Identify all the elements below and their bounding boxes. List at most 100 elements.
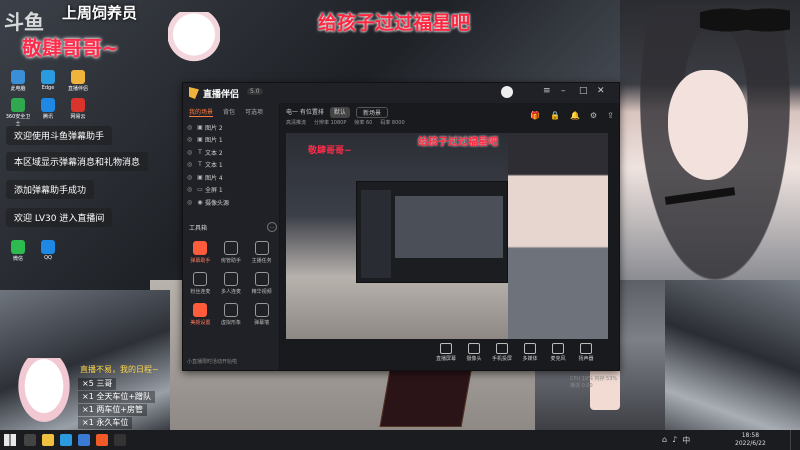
browser-icon[interactable] <box>60 434 72 446</box>
windows-start-icon[interactable] <box>4 434 16 446</box>
tool-icon <box>254 241 269 255</box>
gift-icon[interactable]: 🎁 <box>530 111 540 120</box>
source-row[interactable]: ◎ ▣ 图片 1 <box>183 134 279 147</box>
tab-my-scene[interactable]: 我的场景 <box>189 107 214 117</box>
source-type-icon <box>524 343 536 354</box>
screen-icon: ▭ <box>197 186 203 194</box>
source-type-label: 多媒体 <box>522 356 538 362</box>
main-tab[interactable]: 默认 <box>329 107 350 118</box>
desktop-icon-label: 此电脑 <box>10 86 26 92</box>
settings-icon[interactable]: ⚙ <box>590 111 597 120</box>
network-icon[interactable]: ⌂ <box>662 435 667 446</box>
toolbox-more-icon[interactable]: … <box>267 222 277 232</box>
text-icon: T <box>198 148 202 156</box>
camera-bow <box>700 0 790 40</box>
mascot-image <box>168 12 220 62</box>
douyu-icon[interactable] <box>96 434 108 446</box>
close-icon[interactable]: ✕ <box>597 86 605 96</box>
store-icon[interactable] <box>78 434 90 446</box>
background-keyboard <box>379 365 473 427</box>
lock-icon[interactable]: 🔒 <box>550 111 560 120</box>
obs-icon[interactable] <box>114 434 126 446</box>
main-tab[interactable]: 新场景 <box>355 107 388 118</box>
ime-icon[interactable]: 中 <box>682 435 690 446</box>
tool-button[interactable]: 粉丝连麦 <box>185 272 216 295</box>
gift-item: ×1 全天车位+蹭队 <box>78 391 156 403</box>
source-add-button[interactable]: 多媒体 <box>520 339 540 369</box>
source-type-label: 直播屏幕 <box>436 356 457 362</box>
tool-label: 弹幕助手 <box>190 258 211 264</box>
info-item: 分辨率 1080P <box>314 120 347 126</box>
tool-button[interactable]: 房管助手 <box>216 241 247 264</box>
show-desktop-button[interactable] <box>790 430 800 450</box>
bell-icon[interactable]: 🔔 <box>570 111 580 120</box>
visibility-icon[interactable]: ◎ <box>187 149 195 156</box>
app-icon <box>41 240 55 254</box>
minimize-icon[interactable]: – <box>561 86 566 96</box>
app-icon <box>41 98 55 112</box>
desktop-icon[interactable]: 微信 <box>4 240 32 262</box>
tool-label: 多人连麦 <box>220 289 241 295</box>
source-type-icon <box>496 343 508 354</box>
desktop-icon[interactable]: 此电脑 <box>4 70 32 92</box>
gift-title: 直播不易，我的日程~ <box>80 365 159 374</box>
tab-backpack[interactable]: 背包 <box>223 107 235 117</box>
tool-button[interactable]: 精华视频 <box>246 272 277 295</box>
tool-button[interactable]: 弹幕墙 <box>246 303 277 326</box>
main-panel: 电一 有位置排 默认 新场景 高清推流 分辨率 1080P 帧率 60 码率 8… <box>280 103 619 389</box>
source-row[interactable]: ◎ ▭ 全屏 1 <box>183 184 279 197</box>
tool-button[interactable]: 多人连麦 <box>216 272 247 295</box>
visibility-icon[interactable]: ◎ <box>187 199 195 206</box>
app-logo-icon <box>189 87 199 99</box>
source-name: 图片 2 <box>205 124 223 132</box>
visibility-icon[interactable]: ◎ <box>187 161 195 168</box>
avatar[interactable] <box>501 86 513 98</box>
tool-button[interactable]: 主播任务 <box>246 241 277 264</box>
share-icon[interactable]: ⇪ <box>607 111 614 120</box>
tool-button[interactable]: 美颜设置 <box>185 303 216 326</box>
source-row[interactable]: ◎ T 文本 2 <box>183 146 279 159</box>
desktop-icon[interactable]: 直播伴侣 <box>64 70 92 92</box>
gift-mascot <box>14 358 74 428</box>
volume-icon[interactable]: ♪ <box>672 435 677 446</box>
source-row[interactable]: ◎ ▣ 图片 2 <box>183 121 279 134</box>
menu-icon[interactable]: ≡ <box>543 86 551 96</box>
desktop-icon[interactable]: 网易云 <box>64 98 92 120</box>
source-row[interactable]: ◎ ▣ 图片 4 <box>183 171 279 184</box>
visibility-icon[interactable]: ◎ <box>187 136 195 143</box>
live-companion-window[interactable]: 直播伴侣 5.0 ≡ – □ ✕ 我的场景 背包 可选项 ◎ ▣ 图片 2 ◎ ▣ 图片 … <box>182 82 620 389</box>
clock[interactable]: 18:58 2022/6/22 <box>735 432 766 448</box>
app-name: 直播伴侣 <box>203 90 240 100</box>
visibility-icon[interactable]: ◎ <box>187 174 195 181</box>
main-tab[interactable]: 电一 有位置排 <box>286 107 324 118</box>
toolbox-grid: 弹幕助手 房管助手 主播任务粉丝连麦 多人连麦 精华视频美颜设置 虚拟形象 弹幕墙 <box>185 241 277 326</box>
toolbox-title: 工具箱 <box>189 225 208 232</box>
visibility-icon[interactable]: ◎ <box>187 124 195 131</box>
maximize-icon[interactable]: □ <box>579 86 588 96</box>
source-add-button[interactable]: 摄像头 <box>464 339 484 369</box>
tool-button[interactable]: 弹幕助手 <box>185 241 216 264</box>
source-add-button[interactable]: 手机投屏 <box>492 339 512 369</box>
source-add-button[interactable]: 直播屏幕 <box>436 339 456 369</box>
source-add-button[interactable]: 扬声器 <box>576 339 596 369</box>
desktop-icon[interactable]: 腾讯 <box>34 98 62 120</box>
tool-icon <box>193 303 208 317</box>
stream-preview[interactable]: 给孩子过过福星吧 敬肆哥哥~ <box>286 133 514 339</box>
desktop-icon[interactable]: QQ <box>34 240 62 261</box>
desktop-icon[interactable]: 360安全卫士 <box>4 98 32 127</box>
source-row[interactable]: ◎ T 文本 1 <box>183 159 279 172</box>
search-icon[interactable] <box>24 434 36 446</box>
desktop-icon[interactable]: Edge <box>34 70 62 91</box>
source-add-button[interactable]: 麦克风 <box>548 339 568 369</box>
info-item: 高清推流 <box>286 120 307 126</box>
tool-button[interactable]: 虚拟形象 <box>216 303 247 326</box>
tool-icon <box>223 303 238 317</box>
source-name: 文本 2 <box>205 149 223 157</box>
title-bar[interactable]: 直播伴侣 5.0 ≡ – □ ✕ <box>183 83 619 103</box>
visibility-icon[interactable]: ◎ <box>187 186 195 193</box>
explorer-icon[interactable] <box>42 434 54 446</box>
activity-note[interactable]: 小直播限时活动开始啦 <box>187 358 237 365</box>
source-row[interactable]: ◎ ◉ 摄像头源 <box>183 196 279 209</box>
tab-options[interactable]: 可选项 <box>245 107 263 117</box>
tool-icon <box>223 272 238 286</box>
